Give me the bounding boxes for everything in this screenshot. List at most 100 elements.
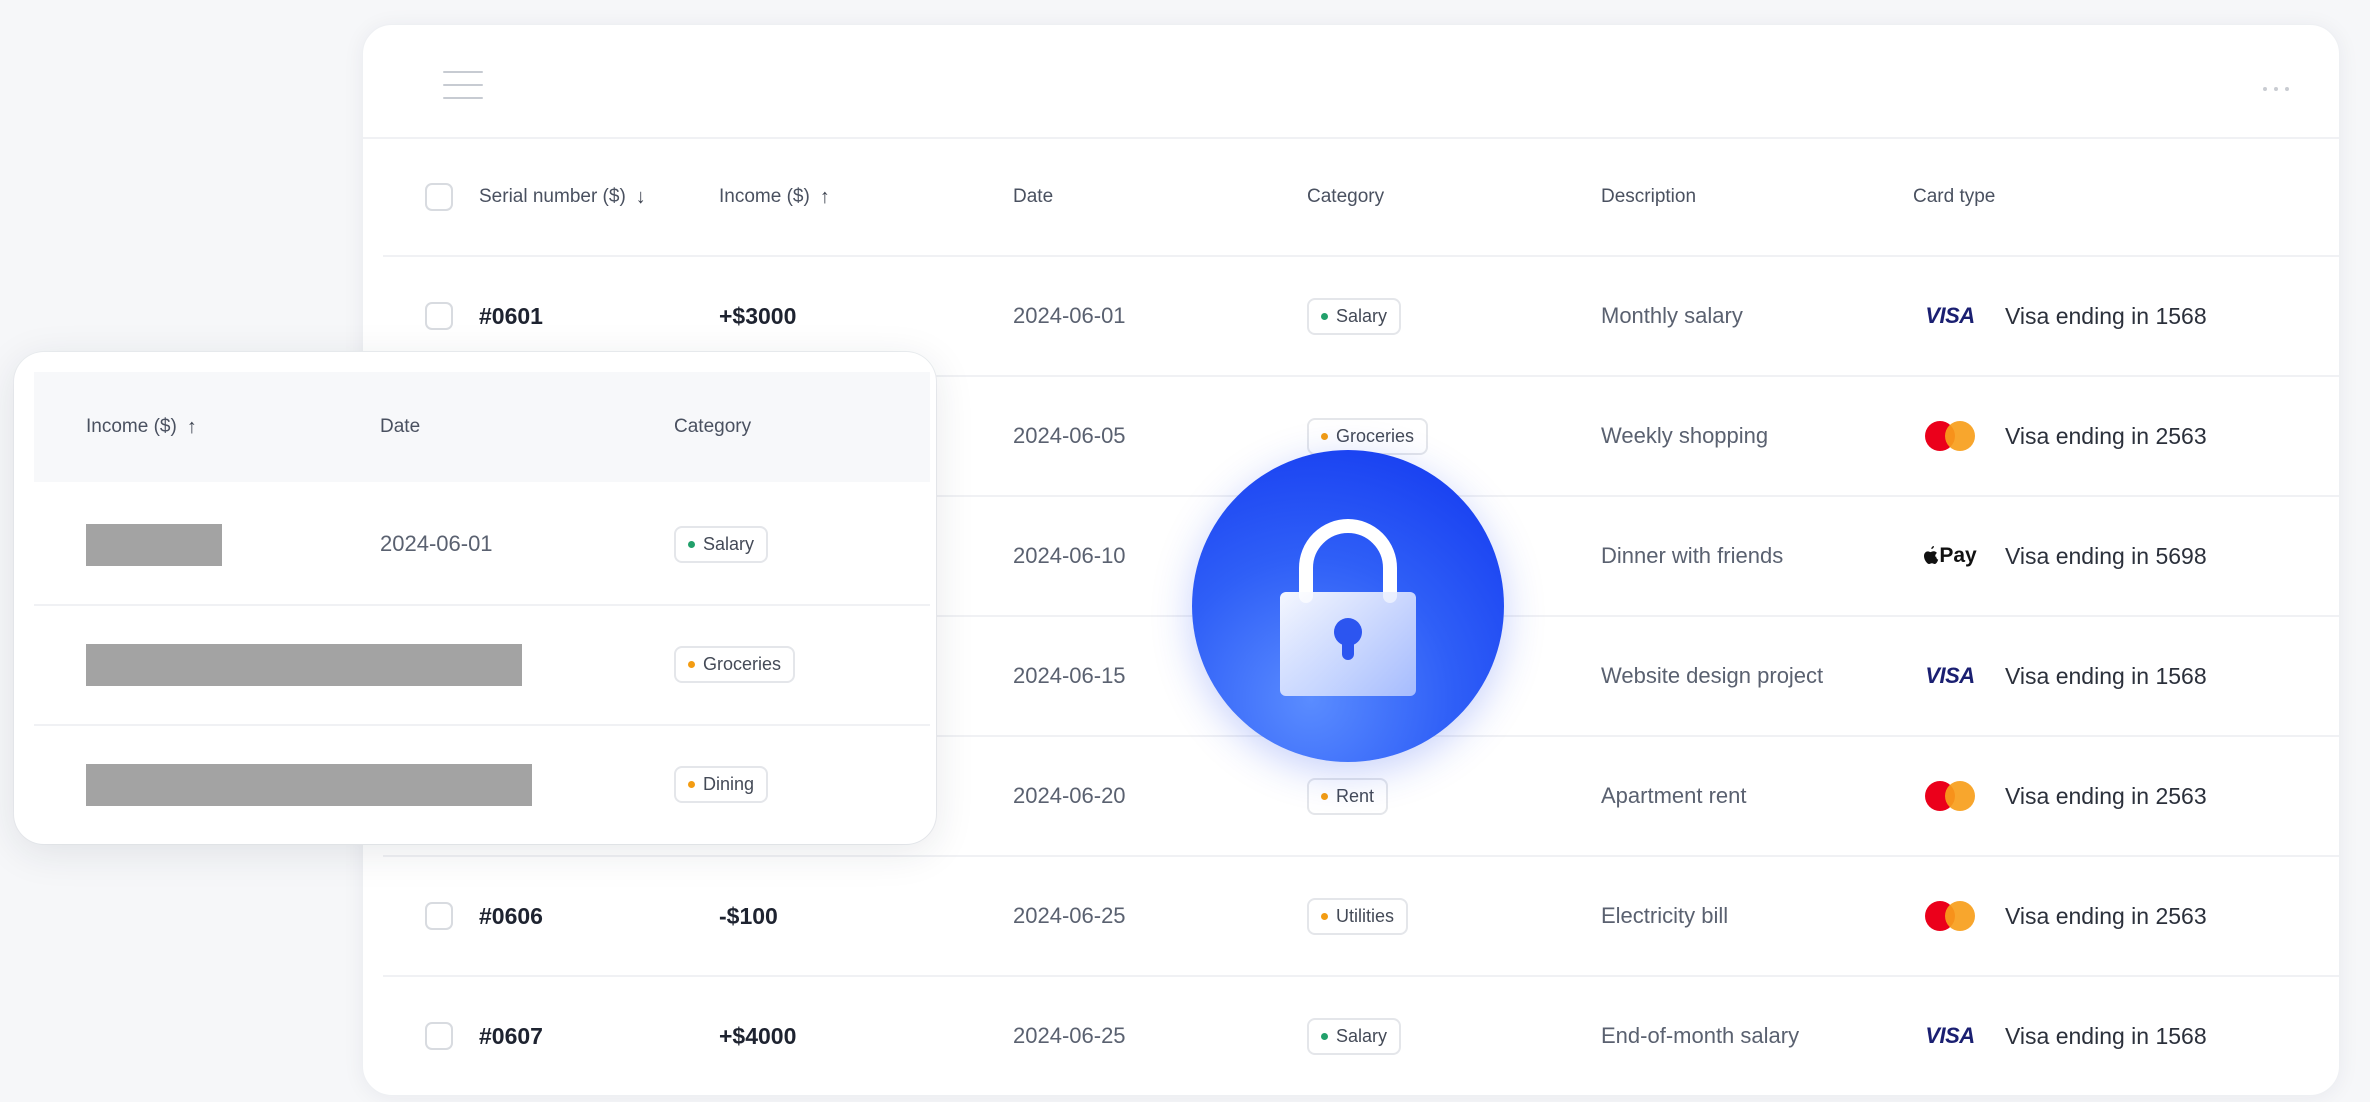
description: End-of-month salary: [1601, 1023, 1800, 1048]
category-dot-icon: [1321, 1032, 1328, 1040]
mastercard-logo-icon: [1913, 894, 1987, 938]
lock-icon: [1280, 519, 1416, 696]
column-category-header[interactable]: Category: [1307, 139, 1384, 255]
description: Weekly shopping: [1601, 423, 1769, 448]
transaction-date: 2024-06-01: [380, 531, 493, 556]
mastercard-logo-icon: [1913, 414, 1987, 458]
card-label: Visa ending in 2563: [2005, 902, 2207, 929]
table-header: Serial number ($) ↓ Income ($) ↑ Date Ca…: [383, 139, 2339, 257]
redacted-value-block: [86, 644, 522, 686]
card-label: Visa ending in 1568: [2005, 662, 2207, 689]
description: Monthly salary: [1601, 303, 1743, 328]
redacted-value-block: [86, 524, 222, 566]
column-description-label: Description: [1601, 186, 1697, 207]
transaction-date: 2024-06-01: [1013, 303, 1126, 328]
transaction-date: 2024-06-20: [1013, 783, 1126, 808]
sort-up-icon[interactable]: ↑: [820, 186, 830, 209]
column-date-label: Date: [1013, 186, 1054, 207]
transaction-date: 2024-06-15: [1013, 663, 1126, 688]
category-cell: Dining: [674, 724, 769, 844]
menu-icon[interactable]: [443, 71, 483, 99]
card-type-cell: Visa ending in 2563: [1913, 377, 2207, 495]
category-label: Rent: [1336, 785, 1375, 806]
card-type-cell: Visa ending in 2563: [1913, 857, 2207, 975]
row-checkbox[interactable]: [425, 1022, 453, 1050]
income-amount: -$100: [719, 902, 778, 929]
category-dot-icon: [688, 660, 695, 668]
description: Dinner with friends: [1601, 543, 1784, 568]
category-label: Salary: [1336, 1025, 1388, 1046]
row-checkbox[interactable]: [425, 302, 453, 330]
column-date-header[interactable]: Date: [1013, 139, 1053, 255]
card-label: Visa ending in 1568: [2005, 1022, 2207, 1049]
transaction-date: 2024-06-10: [1013, 543, 1126, 568]
transaction-date: 2024-06-25: [1013, 1023, 1126, 1048]
category-badge[interactable]: Salary: [1307, 1017, 1402, 1055]
table-toolbar: [363, 25, 2339, 139]
serial-number: #0607: [479, 1022, 543, 1049]
row-checkbox[interactable]: [425, 902, 453, 930]
column-income-header[interactable]: Income ($) ↑: [719, 139, 830, 255]
category-dot-icon: [1321, 312, 1328, 320]
description: Apartment rent: [1601, 783, 1747, 808]
preview-column-date-label: Date: [380, 416, 421, 437]
category-dot-icon: [1321, 432, 1328, 440]
card-type-cell: VISA Visa ending in 1568: [1913, 257, 2207, 375]
category-label: Groceries: [703, 653, 782, 674]
preview-row: 2024-06-01 Salary: [34, 484, 930, 606]
category-label: Salary: [703, 533, 755, 554]
redacted-preview-card: Income ($) ↑ Date Category 2024-06-01 Sa…: [14, 352, 936, 844]
column-description-header[interactable]: Description: [1601, 139, 1696, 255]
category-cell: Utilities: [1307, 857, 1409, 975]
card-type-cell: VISA Visa ending in 1568: [1913, 977, 2207, 1095]
preview-column-date-header[interactable]: Date: [380, 372, 420, 482]
transaction-date: 2024-06-05: [1013, 423, 1126, 448]
redacted-value-block: [86, 764, 532, 806]
category-badge[interactable]: Salary: [1307, 297, 1402, 335]
apple-pay-text: Pay: [1939, 544, 1977, 567]
sort-up-icon[interactable]: ↑: [187, 416, 197, 439]
column-card-type-header[interactable]: Card type: [1913, 139, 1995, 255]
visa-logo-text: VISA: [1925, 1023, 1975, 1048]
category-badge[interactable]: Rent: [1307, 777, 1389, 815]
select-all-checkbox[interactable]: [425, 183, 453, 211]
transaction-date: 2024-06-25: [1013, 903, 1126, 928]
table-row[interactable]: #0607 +$4000 2024-06-25 Salary End-of-mo…: [383, 977, 2339, 1095]
preview-column-category-label: Category: [674, 416, 752, 437]
category-label: Groceries: [1336, 425, 1415, 446]
category-badge[interactable]: Groceries: [674, 645, 796, 683]
category-label: Utilities: [1336, 905, 1395, 926]
card-type-cell: Pay Visa ending in 5698: [1913, 497, 2207, 615]
serial-number: #0606: [479, 902, 543, 929]
category-cell: Salary: [1307, 257, 1402, 375]
column-serial-header[interactable]: Serial number ($) ↓: [479, 139, 646, 255]
more-options-icon[interactable]: [2263, 87, 2289, 91]
category-badge[interactable]: Groceries: [1307, 417, 1429, 455]
category-cell: Salary: [1307, 977, 1402, 1095]
sort-down-icon[interactable]: ↓: [636, 186, 646, 209]
table-row[interactable]: #0606 -$100 2024-06-25 Utilities Electri…: [383, 857, 2339, 977]
card-label: Visa ending in 1568: [2005, 302, 2207, 329]
preview-column-category-header[interactable]: Category: [674, 372, 751, 482]
visa-logo-icon: VISA: [1913, 1014, 1987, 1058]
preview-column-income-label: Income ($): [86, 416, 177, 437]
category-dot-icon: [688, 540, 695, 548]
income-amount: +$4000: [719, 1022, 797, 1049]
column-category-label: Category: [1307, 186, 1385, 207]
category-dot-icon: [688, 780, 695, 788]
category-badge[interactable]: Utilities: [1307, 897, 1409, 935]
preview-table-header: Income ($) ↑ Date Category: [34, 372, 930, 482]
visa-logo-icon: VISA: [1913, 654, 1987, 698]
description: Electricity bill: [1601, 903, 1729, 928]
category-badge[interactable]: Salary: [674, 525, 769, 563]
preview-row: Dining: [34, 724, 930, 844]
description: Website design project: [1601, 663, 1824, 688]
apple-pay-logo-icon: Pay: [1913, 534, 1987, 578]
category-badge[interactable]: Dining: [674, 765, 769, 803]
preview-column-income-header[interactable]: Income ($) ↑: [86, 372, 197, 482]
category-label: Salary: [1336, 305, 1388, 326]
visa-logo-text: VISA: [1925, 663, 1975, 688]
column-income-label: Income ($): [719, 186, 810, 207]
card-label: Visa ending in 5698: [2005, 542, 2207, 569]
card-type-cell: Visa ending in 2563: [1913, 737, 2207, 855]
